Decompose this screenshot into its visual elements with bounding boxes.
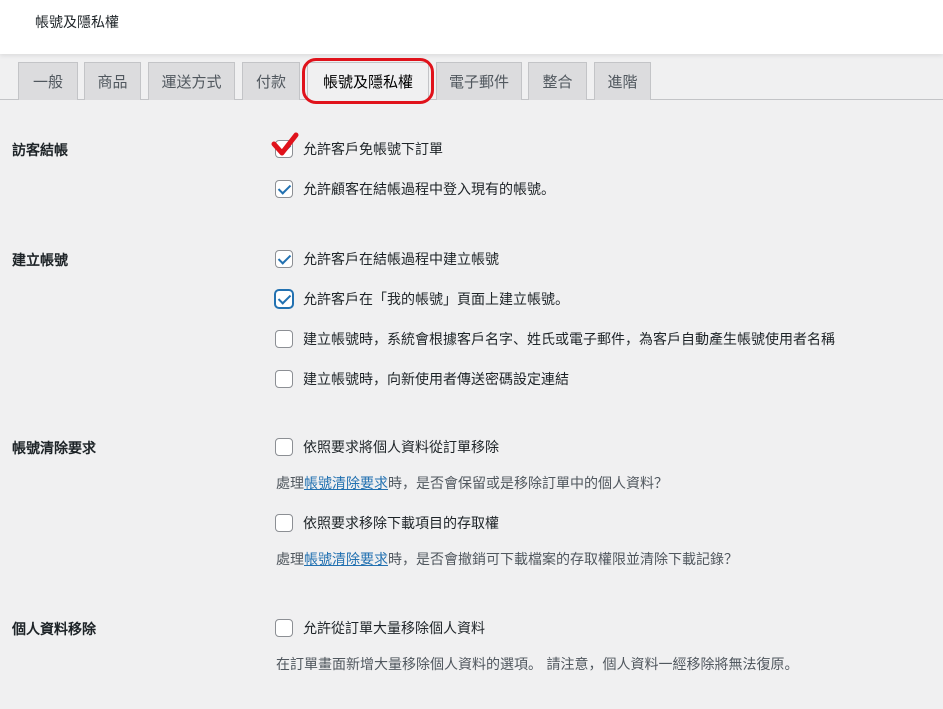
settings-tab-bar: 一般 商品 運送方式 付款 帳號及隱私權 電子郵件 整合 進階 (0, 62, 943, 101)
option-guest-checkout[interactable]: 允許客戶免帳號下訂單 (275, 138, 443, 160)
top-header-bar: 帳號及隱私權 (0, 0, 943, 54)
checkbox-bulk-remove-personal-data[interactable] (275, 619, 293, 637)
option-label: 允許客戶在「我的帳號」頁面上建立帳號。 (303, 292, 569, 308)
erasure-download-description: 處理帳號清除要求時，是否會撤銷可下載檔案的存取權限並清除下載記錄？ (276, 549, 738, 569)
erasure-requests-link[interactable]: 帳號清除要求 (304, 552, 388, 568)
tab-payments[interactable]: 付款 (242, 62, 300, 100)
option-bulk-remove-personal-data[interactable]: 允許從訂單大量移除個人資料 (275, 617, 485, 639)
checkbox-create-account-checkout[interactable] (275, 250, 293, 268)
tab-emails[interactable]: 電子郵件 (436, 62, 522, 100)
description-prefix: 處理 (276, 552, 304, 568)
erasure-requests-link[interactable]: 帳號清除要求 (304, 476, 388, 492)
option-login-during-checkout[interactable]: 允許顧客在結帳過程中登入現有的帳號。 (275, 178, 555, 200)
page-title: 帳號及隱私權 (35, 15, 119, 31)
checkbox-auto-generate-username[interactable] (275, 330, 293, 348)
red-checkmark-icon (271, 132, 299, 156)
option-label: 允許客戶在結帳過程中建立帳號 (303, 252, 499, 268)
section-label-guest-checkout: 訪客結帳 (12, 143, 68, 159)
option-label: 依照要求移除下載項目的存取權 (303, 516, 499, 532)
tab-advanced[interactable]: 進階 (594, 62, 651, 100)
option-label: 建立帳號時，向新使用者傳送密碼設定連結 (303, 372, 569, 388)
personal-data-removal-description: 在訂單畫面新增大量移除個人資料的選項。 請注意，個人資料一經移除將無法復原。 (276, 657, 799, 673)
option-erasure-remove-order-data[interactable]: 依照要求將個人資料從訂單移除 (275, 436, 499, 458)
option-create-account-my-account[interactable]: 允許客戶在「我的帳號」頁面上建立帳號。 (275, 288, 569, 310)
description-suffix: 時，是否會保留或是移除訂單中的個人資料？ (388, 476, 668, 492)
checkbox-erasure-remove-order-data[interactable] (275, 438, 293, 456)
option-create-account-checkout[interactable]: 允許客戶在結帳過程中建立帳號 (275, 248, 499, 270)
checkbox-erasure-remove-download-access[interactable] (275, 514, 293, 532)
option-label: 允許顧客在結帳過程中登入現有的帳號。 (303, 182, 555, 198)
option-label: 建立帳號時，系統會根據客戶名字、姓氏或電子郵件，為客戶自動產生帳號使用者名稱 (303, 332, 835, 348)
option-label: 允許客戶免帳號下訂單 (303, 142, 443, 158)
checkbox-login-during-checkout[interactable] (275, 180, 293, 198)
tab-general[interactable]: 一般 (18, 62, 78, 100)
tab-accounts-privacy[interactable]: 帳號及隱私權 (307, 62, 429, 101)
option-auto-generate-username[interactable]: 建立帳號時，系統會根據客戶名字、姓氏或電子郵件，為客戶自動產生帳號使用者名稱 (275, 328, 835, 350)
description-prefix: 處理 (276, 476, 304, 492)
tab-products[interactable]: 商品 (84, 62, 141, 100)
option-label: 允許從訂單大量移除個人資料 (303, 621, 485, 637)
erasure-order-description: 處理帳號清除要求時，是否會保留或是移除訂單中的個人資料？ (276, 473, 668, 493)
option-send-password-link[interactable]: 建立帳號時，向新使用者傳送密碼設定連結 (275, 368, 569, 390)
checkbox-create-account-my-account[interactable] (275, 290, 293, 308)
section-label-account-creation: 建立帳號 (12, 253, 68, 269)
option-label: 依照要求將個人資料從訂單移除 (303, 440, 499, 456)
tab-shipping[interactable]: 運送方式 (148, 62, 235, 100)
option-erasure-remove-download-access[interactable]: 依照要求移除下載項目的存取權 (275, 512, 499, 534)
description-suffix: 時，是否會撤銷可下載檔案的存取權限並清除下載記錄？ (388, 552, 738, 568)
tab-integration[interactable]: 整合 (528, 62, 587, 100)
checkbox-send-password-link[interactable] (275, 370, 293, 388)
section-label-personal-data-removal: 個人資料移除 (12, 622, 96, 638)
section-label-erasure-requests: 帳號清除要求 (12, 441, 96, 457)
